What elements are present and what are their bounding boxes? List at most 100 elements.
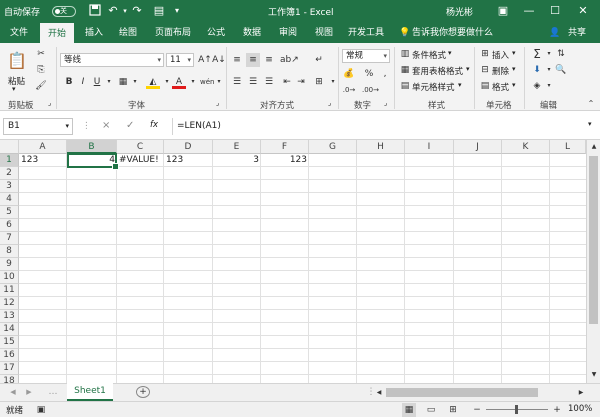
scroll-left-icon[interactable]: ◀ (372, 386, 386, 400)
scroll-up-icon[interactable]: ▲ (587, 140, 600, 154)
tab-view[interactable]: 视图 (310, 23, 338, 43)
horizontal-scroll-thumb[interactable] (386, 388, 538, 397)
cut-icon[interactable]: ✂ (34, 47, 48, 61)
clear-dropdown-icon[interactable]: ▾ (542, 79, 556, 93)
format-as-table-dropdown-icon[interactable]: ▾ (466, 65, 470, 73)
conditional-format-button[interactable]: 条件格式 (412, 49, 446, 61)
cell-c1[interactable]: #VALUE! (117, 154, 164, 167)
scroll-right-icon[interactable]: ▶ (574, 386, 588, 400)
align-bottom-icon[interactable]: ≡ (262, 53, 276, 67)
user-name[interactable]: 杨光彬 (446, 5, 473, 18)
row-header[interactable]: 3 (0, 180, 19, 193)
expand-formula-bar-icon[interactable]: ▾ (588, 120, 592, 128)
tab-developer[interactable]: 开发工具 (344, 23, 388, 43)
row-header[interactable]: 15 (0, 336, 19, 349)
row-header[interactable]: 5 (0, 206, 19, 219)
insert-function-icon[interactable]: fx (150, 120, 158, 130)
insert-cells-button[interactable]: 插入 (492, 49, 509, 61)
vertical-scrollbar[interactable]: ▲ ▼ (586, 140, 600, 383)
column-header-j[interactable]: J (454, 140, 502, 154)
page-break-view-icon[interactable]: ⊞ (446, 403, 460, 417)
paste-dropdown-icon[interactable]: ▾ (12, 85, 16, 93)
cell-a1[interactable]: 123 (19, 154, 67, 167)
column-header-g[interactable]: G (309, 140, 357, 154)
number-launcher-icon[interactable]: ⌟ (384, 99, 387, 107)
cell-styles-button[interactable]: 单元格样式 (412, 81, 455, 93)
tab-draw[interactable]: 绘图 (114, 23, 142, 43)
alignment-launcher-icon[interactable]: ⌟ (328, 99, 331, 107)
macro-record-icon[interactable]: ▣ (34, 403, 48, 417)
tab-insert[interactable]: 插入 (80, 23, 108, 43)
column-header-d[interactable]: D (164, 140, 213, 154)
borders-dropdown-icon[interactable]: ▾ (128, 75, 142, 89)
tab-file[interactable]: 文件 (4, 23, 34, 43)
align-top-icon[interactable]: ≡ (230, 53, 244, 67)
format-as-table-button[interactable]: 套用表格格式 (412, 65, 463, 77)
form-icon[interactable]: ▤ (152, 4, 166, 18)
phonetic-dropdown-icon[interactable]: ▾ (212, 75, 226, 89)
tab-review[interactable]: 审阅 (274, 23, 302, 43)
delete-cells-button[interactable]: 删除 (492, 65, 509, 77)
decrease-indent-icon[interactable]: ⇤ (280, 75, 294, 89)
next-sheet-icon[interactable]: ▶ (22, 385, 36, 399)
row-header[interactable]: 10 (0, 271, 19, 284)
percent-button[interactable]: % (362, 67, 376, 81)
cell-e1[interactable]: 3 (213, 154, 261, 167)
zoom-out-icon[interactable]: − (470, 403, 484, 417)
cell-styles-dropdown-icon[interactable]: ▾ (458, 81, 462, 89)
sort-filter-icon[interactable]: ⇅ (554, 47, 568, 61)
active-cell-cursor[interactable] (67, 153, 119, 170)
normal-view-icon[interactable]: ▦ (402, 403, 416, 417)
row-header[interactable]: 7 (0, 232, 19, 245)
name-box[interactable]: B1 ▾ (3, 118, 73, 135)
column-header-e[interactable]: E (213, 140, 261, 154)
add-sheet-icon[interactable]: + (136, 386, 150, 398)
column-header-i[interactable]: I (405, 140, 454, 154)
row-header[interactable]: 9 (0, 258, 19, 271)
find-select-icon[interactable]: 🔍 (554, 63, 568, 77)
format-cells-dropdown-icon[interactable]: ▾ (512, 81, 516, 89)
row-header[interactable]: 14 (0, 323, 19, 336)
tab-page-layout[interactable]: 页面布局 (150, 23, 196, 43)
sheet-tab-sheet1[interactable]: Sheet1 (67, 383, 113, 401)
increase-indent-icon[interactable]: ⇥ (294, 75, 308, 89)
customize-qat-icon[interactable]: ▾ (170, 4, 184, 18)
orientation-icon[interactable]: ab↗ (280, 53, 299, 67)
page-layout-view-icon[interactable]: ▭ (424, 403, 438, 417)
row-header[interactable]: 6 (0, 219, 19, 232)
font-color-dropdown-icon[interactable]: ▾ (186, 75, 200, 89)
insert-cells-dropdown-icon[interactable]: ▾ (512, 49, 516, 57)
enter-formula-icon[interactable]: ✓ (126, 120, 134, 131)
select-all-button[interactable] (0, 140, 19, 154)
cell-f1[interactable]: 123 (261, 154, 309, 167)
align-center-icon[interactable]: ☰ (246, 75, 260, 89)
tell-me-box[interactable]: 告诉我你想要做什么 (412, 23, 493, 43)
tab-home[interactable]: 开始 (40, 23, 74, 43)
row-header[interactable]: 16 (0, 349, 19, 362)
column-header-h[interactable]: H (357, 140, 405, 154)
merge-center-icon[interactable]: ⊞ (312, 75, 326, 89)
formula-input[interactable]: =LEN(A1) (172, 118, 596, 135)
column-header-l[interactable]: L (550, 140, 586, 154)
redo-icon[interactable]: ↷ (130, 4, 144, 18)
cancel-formula-icon[interactable]: × (102, 120, 110, 131)
copy-icon[interactable]: ⎘ (34, 63, 48, 77)
row-header[interactable]: 13 (0, 310, 19, 323)
ribbon-display-icon[interactable]: ▣ (496, 4, 510, 18)
delete-cells-dropdown-icon[interactable]: ▾ (512, 65, 516, 73)
column-header-a[interactable]: A (19, 140, 67, 154)
zoom-in-icon[interactable]: + (550, 403, 564, 417)
row-header[interactable]: 17 (0, 362, 19, 375)
worksheet-grid[interactable]: A B C D E F G H I J K L 1 2 3 4 5 6 7 8 9 10 11 12 1… (0, 140, 586, 383)
align-right-icon[interactable]: ☰ (262, 75, 276, 89)
scroll-down-icon[interactable]: ▼ (587, 368, 600, 382)
row-header[interactable]: 12 (0, 297, 19, 310)
more-sheets-icon[interactable]: … (46, 385, 60, 399)
font-name-select[interactable]: 等线 ▾ (60, 53, 164, 67)
maximize-icon[interactable]: ☐ (548, 4, 562, 18)
row-header[interactable]: 11 (0, 284, 19, 297)
collapse-ribbon-icon[interactable]: ⌃ (584, 97, 598, 111)
increase-decimal-icon[interactable]: .0→ (342, 83, 356, 97)
italic-button[interactable]: I (76, 75, 90, 89)
align-middle-icon[interactable]: ≡ (246, 53, 260, 67)
